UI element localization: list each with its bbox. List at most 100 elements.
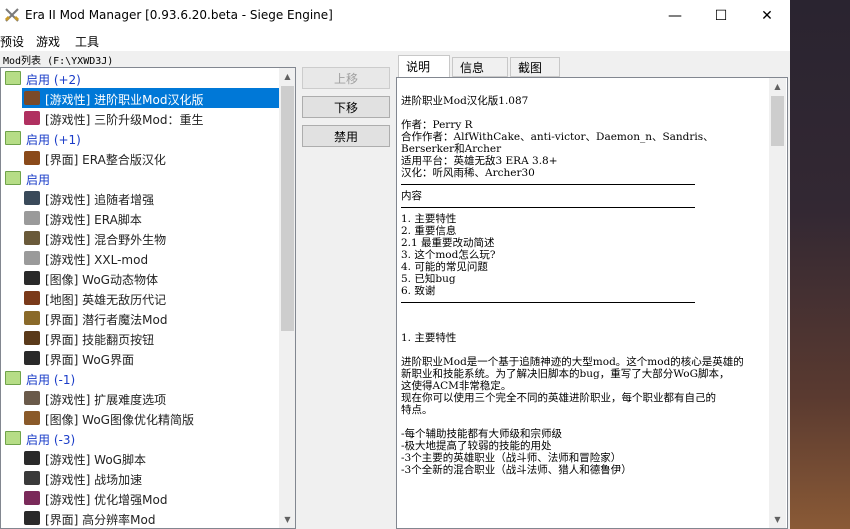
mod-label: [游戏性] XXL-mod [45,253,149,267]
mod-list-item[interactable]: [界面] ERA整合版汉化 [1,148,279,168]
mod-icon [24,151,40,165]
mod-list-item[interactable]: [图像] WoG动态物体 [1,268,279,288]
group-label: 启用 [26,173,51,187]
folder-icon [5,71,21,85]
mod-list-item[interactable]: [游戏性] WoG脚本 [1,448,279,468]
description-line: 2. 重要信息 [401,225,457,237]
mod-icon [24,191,40,205]
mod-list-item[interactable]: [界面] WoG界面 [1,348,279,368]
mod-icon [24,391,40,405]
mod-list-scrollbar[interactable]: ▲ ▼ [279,68,295,528]
close-button[interactable]: ✕ [744,0,790,31]
app-window: Era II Mod Manager [0.93.6.20.beta - Sie… [0,0,790,529]
desktop-background [790,0,850,529]
description-line: 1. 主要特性 [401,332,457,344]
scroll-down-arrow-icon[interactable]: ▼ [279,511,295,528]
mod-icon [24,331,40,345]
description-line: 内容 [401,190,422,202]
group-label: 启用 (+2) [26,73,81,87]
mod-icon [24,111,40,125]
description-line: 2.1 最重要改动简述 [401,237,495,249]
description-scrollbar[interactable]: ▲ ▼ [769,78,786,528]
mod-list-item[interactable]: [图像] WoG图像优化精简版 [1,408,279,428]
title-bar[interactable]: Era II Mod Manager [0.93.6.20.beta - Sie… [0,0,790,31]
mod-group-header[interactable]: 启用 (-3) [1,428,279,448]
menu-bar: 预设 游戏 工具 [0,31,790,51]
mod-list-item[interactable]: [游戏性] XXL-mod [1,248,279,268]
description-line: 4. 可能的常见问题 [401,261,488,273]
mod-list-item[interactable]: [界面] 技能翻页按钮 [1,328,279,348]
mod-label: [图像] WoG动态物体 [45,273,158,287]
scroll-up-arrow-icon[interactable]: ▲ [279,68,295,85]
mod-group-header[interactable]: 启用 (+2) [1,68,279,88]
description-line: 6. 致谢 [401,285,436,297]
mod-list-item[interactable]: [界面] 潜行者魔法Mod [1,308,279,328]
mod-icon [24,511,40,525]
scroll-thumb[interactable] [281,86,294,331]
mod-icon [24,471,40,485]
mod-list-item[interactable]: [游戏性] 战场加速 [1,468,279,488]
mod-label: [界面] ERA整合版汉化 [45,153,166,167]
crossed-swords-icon [4,8,20,22]
mod-list-item[interactable]: [游戏性] 混合野外生物 [1,228,279,248]
description-line: -每个辅助技能都有大师级和宗师级 [401,428,563,440]
mod-list-item[interactable]: [游戏性] 进阶职业Mod汉化版 [22,88,279,108]
maximize-button[interactable]: ☐ [698,0,744,31]
mod-label: [游戏性] WoG脚本 [45,453,146,467]
mod-label: [界面] 技能翻页按钮 [45,333,155,347]
folder-icon [5,371,21,385]
scroll-thumb[interactable] [771,96,784,146]
description-line: 合作作者：AlfWithCake、anti-victor、Daemon_n、Sa… [401,131,714,143]
menu-presets[interactable]: 预设 [0,33,24,50]
tab-description[interactable]: 说明 [398,55,450,78]
description-line: -3个主要的英雄职业（战斗师、法师和冒险家） [401,452,622,464]
description-line: 1. 主要特性 [401,213,457,225]
disable-button[interactable]: 禁用 [302,125,390,147]
mod-icon [24,231,40,245]
mod-list-item[interactable]: [游戏性] 三阶升级Mod：重生 [1,108,279,128]
menu-game[interactable]: 游戏 [36,33,60,50]
mod-list-item[interactable]: [游戏性] ERA脚本 [1,208,279,228]
scroll-down-arrow-icon[interactable]: ▼ [769,511,786,528]
description-line: 进阶职业Mod是一个基于追随神迹的大型mod。这个mod的核心是英雄的 [401,356,744,368]
mod-list-item[interactable]: [游戏性] 扩展难度选项 [1,388,279,408]
mod-icon [24,271,40,285]
mod-group-header[interactable]: 启用 (-1) [1,368,279,388]
tab-screenshots[interactable]: 截图 [510,57,560,77]
mod-folder-path: Mod列表 (F:\YXWD3J) [3,56,114,67]
mod-list-item[interactable]: [界面] 高分辨率Mod [1,508,279,528]
mod-icon [24,351,40,365]
move-up-button[interactable]: 上移 [302,67,390,89]
mod-group-header[interactable]: 启用 [1,168,279,188]
mod-group-header[interactable]: 启用 (+1) [1,128,279,148]
mod-label: [游戏性] 扩展难度选项 [45,393,167,407]
mod-label: [界面] WoG界面 [45,353,134,367]
mod-list-item[interactable]: [游戏性] 追随者增强 [1,188,279,208]
group-label: 启用 (+1) [26,133,81,147]
minimize-button[interactable]: — [652,0,698,31]
mod-label: [界面] 高分辨率Mod [45,513,156,527]
description-panel[interactable]: 进阶职业Mod汉化版1.087 作者：Perry R 合作作者：AlfWithCak… [396,77,788,529]
mod-icon [24,491,40,505]
mod-label: [地图] 英雄无敌历代记 [45,293,167,307]
separator-line [401,184,695,185]
group-label: 启用 (-1) [26,373,76,387]
mod-label: [游戏性] 优化增强Mod [45,493,168,507]
mod-icon [24,251,40,265]
scroll-up-arrow-icon[interactable]: ▲ [769,78,786,95]
description-line: 特点。 [401,404,433,416]
tab-info[interactable]: 信息 [452,57,508,77]
description-line: -极大地提高了较弱的技能的用处 [401,440,552,452]
move-down-button[interactable]: 下移 [302,96,390,118]
menu-tools[interactable]: 工具 [75,33,99,50]
mod-list-item[interactable]: [地图] 英雄无敌历代记 [1,288,279,308]
mod-list[interactable]: 启用 (+2) [游戏性] 进阶职业Mod汉化版 [游戏性] 三阶升级Mod：重生启… [0,67,296,529]
mod-list-item[interactable]: [游戏性] 优化增强Mod [1,488,279,508]
mod-icon [24,311,40,325]
description-line: 进阶职业Mod汉化版1.087 [401,95,529,107]
